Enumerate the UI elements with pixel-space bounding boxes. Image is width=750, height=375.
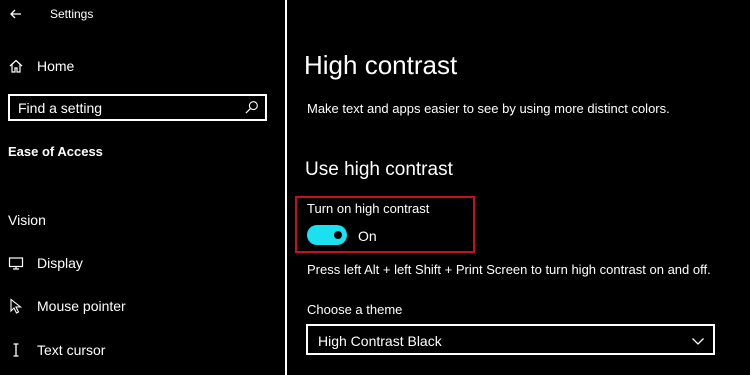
toggle-label: Turn on high contrast	[307, 201, 430, 216]
high-contrast-toggle[interactable]	[307, 225, 347, 245]
toggle-state-text: On	[358, 228, 377, 244]
sidebar-item-label: Text cursor	[37, 342, 106, 358]
search-icon[interactable]	[244, 100, 259, 115]
sidebar-item-mouse-pointer[interactable]: Mouse pointer	[0, 292, 285, 320]
group-title-vision: Vision	[8, 212, 46, 228]
section-subheading: Use high contrast	[305, 159, 453, 180]
mouse-pointer-icon	[10, 298, 23, 314]
home-icon	[9, 59, 23, 73]
app-title: Settings	[50, 7, 94, 21]
theme-dropdown-value: High Contrast Black	[318, 333, 442, 349]
sidebar-item-label: Display	[37, 255, 83, 271]
sidebar-item-text-cursor[interactable]: Text cursor	[0, 336, 285, 364]
sidebar-item-display[interactable]: Display	[0, 249, 285, 277]
page-title: High contrast	[304, 50, 458, 80]
nav-home-label: Home	[37, 58, 75, 74]
theme-dropdown[interactable]: High Contrast Black	[306, 324, 715, 355]
nav-home[interactable]: Home	[0, 52, 285, 80]
page-description: Make text and apps easier to see by usin…	[307, 101, 670, 116]
section-title: Ease of Access	[8, 144, 103, 159]
search-box[interactable]	[8, 94, 267, 121]
sidebar: Settings Home Ease of Access Vision Disp…	[0, 0, 285, 375]
main-content: High contrast Make text and apps easier …	[287, 0, 750, 375]
toggle-knob	[334, 231, 342, 239]
chevron-down-icon	[692, 338, 704, 345]
sidebar-item-label: Mouse pointer	[37, 298, 126, 314]
shortcut-hint: Press left Alt + left Shift + Print Scre…	[307, 262, 711, 277]
title-bar: Settings	[0, 0, 285, 30]
display-icon	[8, 257, 24, 270]
text-cursor-icon	[13, 343, 19, 357]
back-button[interactable]	[6, 4, 26, 24]
back-arrow-icon	[10, 9, 21, 19]
search-input[interactable]	[18, 99, 233, 117]
theme-label: Choose a theme	[307, 302, 403, 317]
